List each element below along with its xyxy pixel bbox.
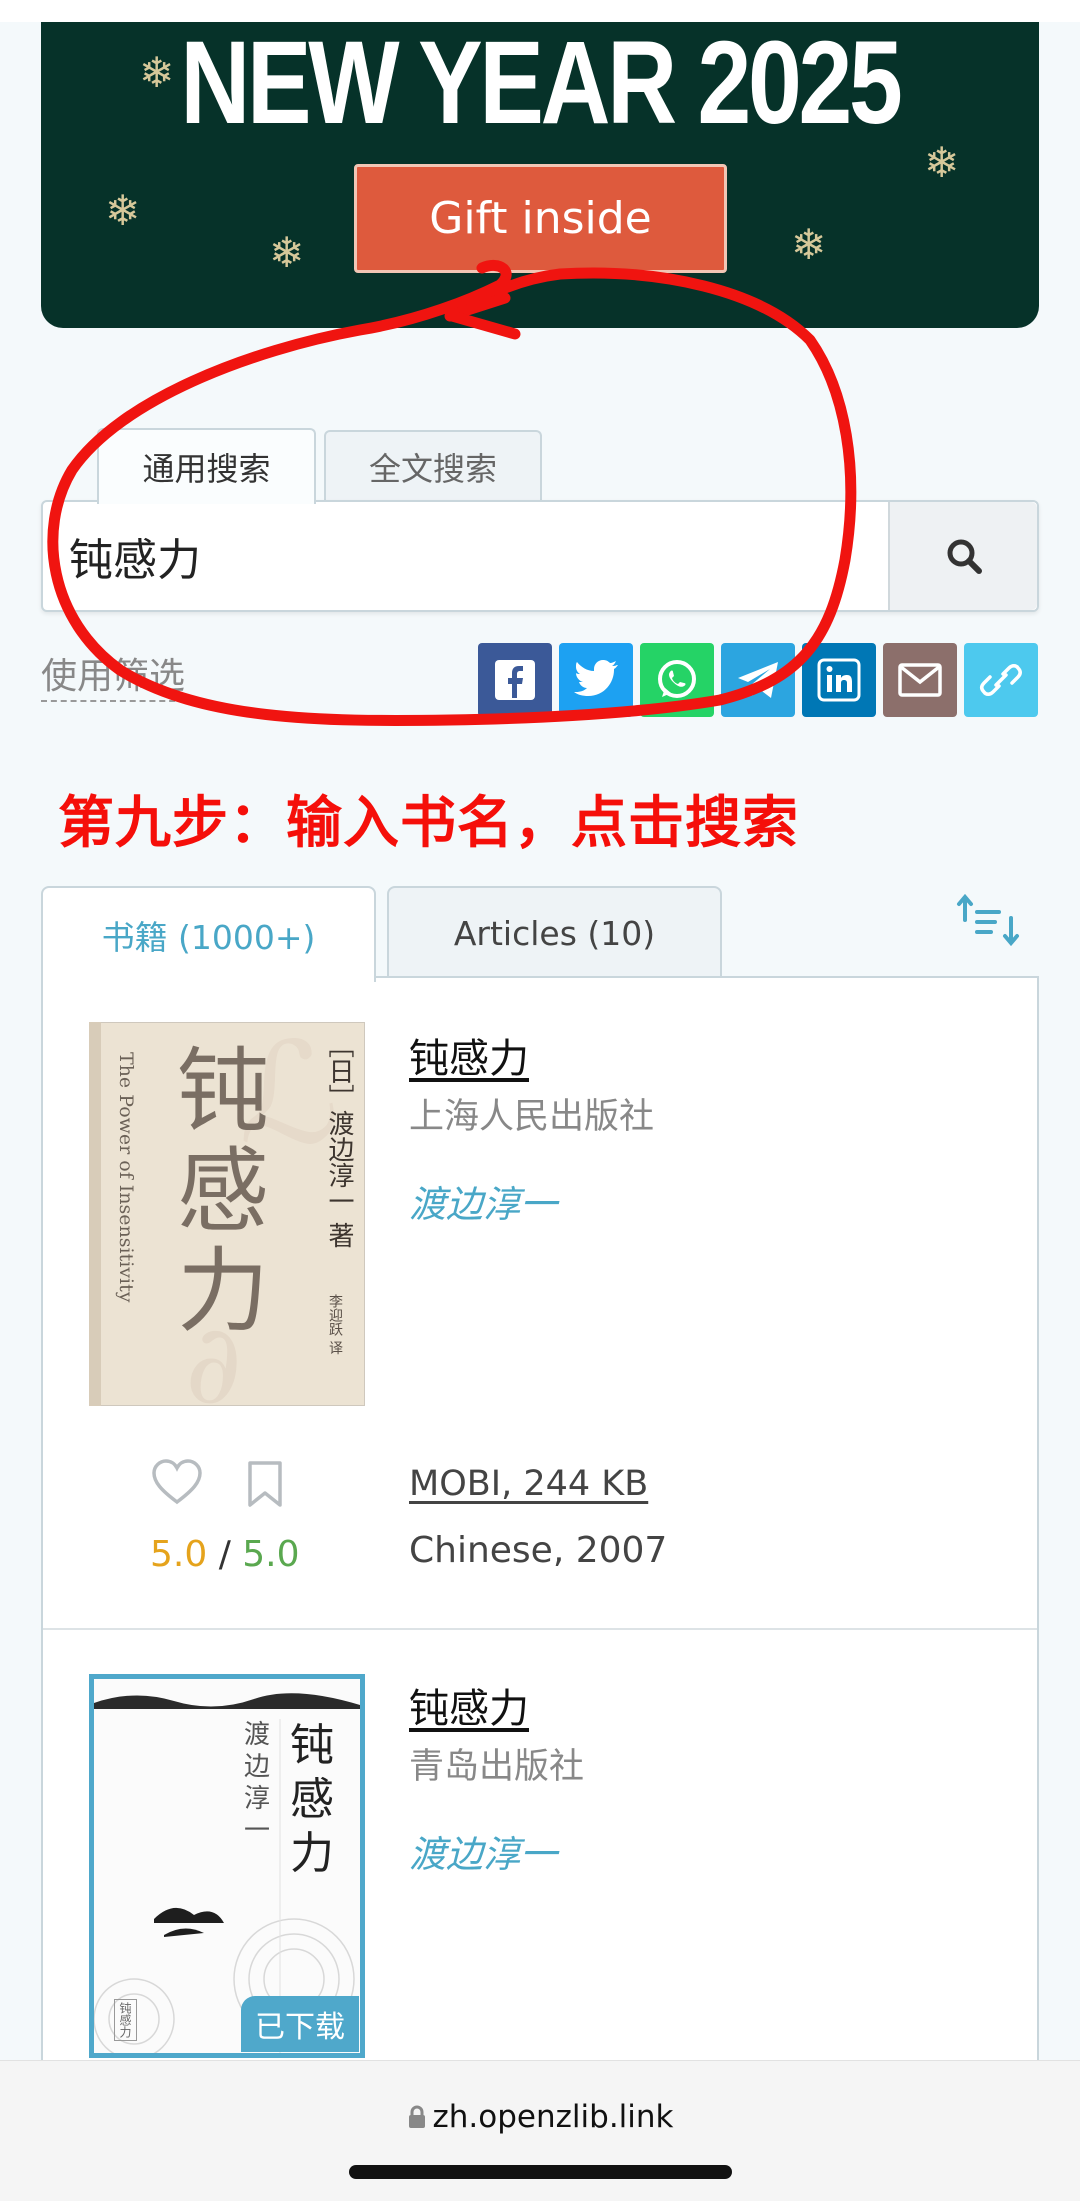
cover-title: 钝感力 [177, 1038, 270, 1345]
email-icon [898, 663, 942, 697]
book-rating: 5.0 / 5.0 [150, 1534, 300, 1575]
home-indicator[interactable] [349, 2165, 732, 2179]
snowflake-icon: ❄ [791, 220, 827, 269]
downloaded-badge: 已下载 [241, 1996, 359, 2052]
cover-translator: 李迎跃 译 [327, 1294, 343, 1355]
quality-rating: 5.0 [150, 1534, 208, 1575]
twitter-icon [574, 660, 618, 696]
linkedin-icon [817, 658, 861, 702]
tab-fulltext-search[interactable]: 全文搜索 [324, 430, 542, 502]
snowflake-icon: ❄ [924, 138, 960, 187]
tab-general-search[interactable]: 通用搜索 [97, 428, 316, 504]
heart-icon[interactable] [151, 1458, 203, 1506]
cover-english-title: The Power of Insensitivity [115, 1052, 137, 1303]
book-title-link[interactable]: 钝感力 [409, 1026, 529, 1084]
cover-spine-label: 钝感力 [114, 1999, 137, 2041]
url-text: zh.openzlib.link [432, 2099, 674, 2135]
cover-author: ［日］渡边淳一 著 [324, 1032, 354, 1249]
book-cover[interactable]: ℒ ∂ The Power of Insensitivity 钝感力 ［日］渡边… [88, 1013, 366, 1428]
bookmark-icon[interactable] [247, 1460, 283, 1508]
book-item: ℒ ∂ The Power of Insensitivity 钝感力 ［日］渡边… [43, 978, 1037, 1628]
url-display[interactable]: zh.openzlib.link [0, 2099, 1080, 2135]
book-title-link[interactable]: 钝感力 [409, 1676, 529, 1734]
use-filters-link[interactable]: 使用筛选 [41, 654, 186, 702]
promo-banner[interactable]: NEW YEAR 2025 ❄ ❄ ❄ ❄ ❄ Gift inside [41, 22, 1039, 328]
snowflake-icon: ❄ [105, 186, 141, 235]
share-whatsapp-button[interactable] [640, 643, 714, 717]
lock-icon [408, 2105, 425, 2128]
tab-books[interactable]: 书籍 (1000+) [41, 886, 376, 982]
search-icon [947, 539, 982, 574]
book-publisher: 上海人民出版社 [409, 1097, 655, 1137]
results-list: ℒ ∂ The Power of Insensitivity 钝感力 ［日］渡边… [41, 976, 1039, 2201]
telegram-icon [738, 662, 778, 698]
book-file-info[interactable]: MOBI, 244 KB [409, 1464, 648, 1504]
cover-author: 渡边淳一 [244, 1720, 271, 1846]
share-linkedin-button[interactable] [802, 643, 876, 717]
interest-rating: 5.0 [242, 1534, 300, 1575]
share-facebook-button[interactable] [478, 643, 552, 717]
book-publisher: 青岛出版社 [409, 1747, 585, 1787]
facebook-icon [495, 660, 535, 700]
link-icon [980, 664, 1022, 696]
share-email-button[interactable] [883, 643, 957, 717]
book-author-link[interactable]: 渡边淳一 [409, 1824, 557, 1878]
tab-articles[interactable]: Articles (10) [387, 886, 722, 978]
tutorial-step-annotation: 第九步：输入书名，点击搜索 [58, 791, 799, 856]
book-author-link[interactable]: 渡边淳一 [409, 1174, 557, 1228]
share-link-button[interactable] [964, 643, 1038, 717]
book-language-year: Chinese, 2007 [409, 1530, 668, 1571]
rating-separator: / [207, 1534, 243, 1575]
share-twitter-button[interactable] [559, 643, 633, 717]
snowflake-icon: ❄ [269, 228, 305, 277]
snowflake-icon: ❄ [139, 48, 175, 97]
share-telegram-button[interactable] [721, 643, 795, 717]
banner-title: NEW YEAR 2025 [180, 22, 902, 149]
browser-address-bar[interactable]: zh.openzlib.link [0, 2060, 1080, 2201]
search-button[interactable] [888, 502, 1037, 610]
whatsapp-icon [658, 660, 696, 698]
gift-inside-button[interactable]: Gift inside [354, 164, 727, 273]
search-input[interactable] [43, 502, 888, 610]
cover-title: 钝感力 [290, 1720, 334, 1879]
sort-icon[interactable] [955, 890, 1025, 950]
status-strip [0, 0, 1080, 22]
search-bar [41, 500, 1039, 612]
